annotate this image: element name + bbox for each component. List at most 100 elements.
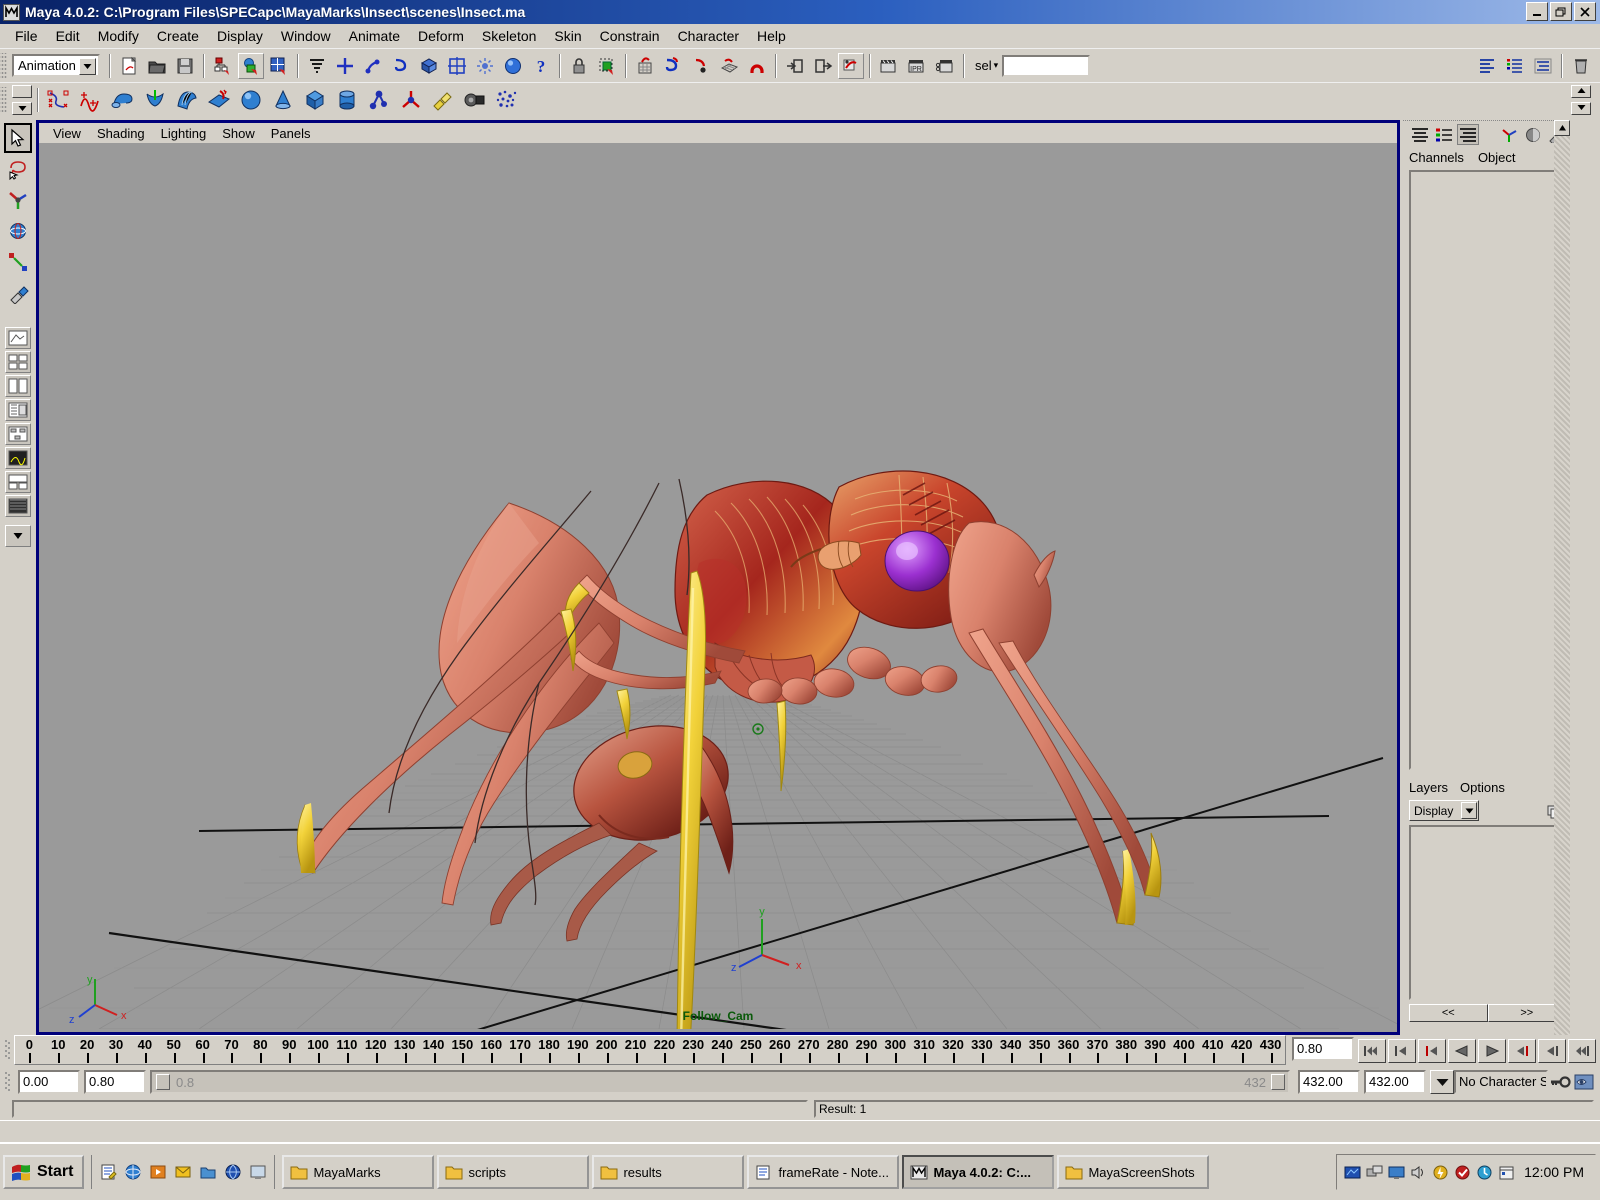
ipr-render-icon[interactable]: IPR: [904, 53, 930, 79]
poly-cylinder-icon[interactable]: [332, 86, 362, 114]
tab-object[interactable]: Object: [1478, 150, 1516, 165]
snap-to-point-icon[interactable]: [688, 53, 714, 79]
lasso-select-tool[interactable]: [4, 154, 32, 184]
toolbox-more-button[interactable]: [5, 525, 31, 547]
mail-icon[interactable]: [172, 1161, 194, 1183]
paint-weights-icon[interactable]: [428, 86, 458, 114]
planar-trim-icon[interactable]: [204, 86, 234, 114]
question-icon[interactable]: ?: [528, 53, 554, 79]
range-slider[interactable]: 0.8 432: [150, 1070, 1290, 1094]
step-back-frame-button[interactable]: [1418, 1039, 1446, 1063]
step-back-keyframe-button[interactable]: [1388, 1039, 1416, 1063]
playback-end-time-field[interactable]: 432.00: [1298, 1070, 1360, 1094]
viewport-menu-show[interactable]: Show: [214, 126, 263, 141]
explorer-icon[interactable]: [197, 1161, 219, 1183]
range-slider-grip[interactable]: [0, 1070, 14, 1094]
show-tool-settings-icon[interactable]: [1530, 53, 1556, 79]
go-to-start-button[interactable]: [1358, 1039, 1386, 1063]
select-by-hierarchy-icon[interactable]: [210, 53, 236, 79]
three-pane-layout[interactable]: [5, 471, 31, 493]
menu-file[interactable]: File: [6, 26, 47, 46]
snap-to-grid-icon[interactable]: [632, 53, 658, 79]
construction-history-icon[interactable]: [838, 53, 864, 79]
minimize-button[interactable]: [1526, 2, 1548, 21]
scale-tool[interactable]: [4, 247, 32, 277]
menu-skin[interactable]: Skin: [545, 26, 590, 46]
menuset-dropdown[interactable]: Animation: [12, 54, 100, 77]
particle-emitter-icon[interactable]: [492, 86, 522, 114]
persp-outliner-layout[interactable]: [5, 399, 31, 421]
volume-icon[interactable]: [1408, 1162, 1428, 1182]
move-icon[interactable]: [332, 53, 358, 79]
task-scripts[interactable]: scripts: [437, 1155, 589, 1189]
perspective-viewport[interactable]: y x z y x z Follow_Cam: [39, 143, 1397, 1029]
tab-channels[interactable]: Channels: [1409, 150, 1464, 165]
play-forwards-button[interactable]: [1478, 1039, 1506, 1063]
channel-box-scrollbar[interactable]: [1554, 120, 1570, 1035]
menu-skeleton[interactable]: Skeleton: [473, 26, 545, 46]
menu-character[interactable]: Character: [669, 26, 748, 46]
media-player-icon[interactable]: [147, 1161, 169, 1183]
chevron-down-icon[interactable]: [79, 58, 96, 75]
chevron-down-icon[interactable]: [1461, 802, 1477, 819]
poly-cube-icon[interactable]: [300, 86, 330, 114]
ik-handle-icon[interactable]: [396, 86, 426, 114]
close-button[interactable]: [1574, 2, 1596, 21]
rotate-tool[interactable]: [4, 216, 32, 246]
task-mayascreenshots[interactable]: MayaScreenShots: [1057, 1155, 1209, 1189]
viewport-menu-shading[interactable]: Shading: [89, 126, 153, 141]
task-mayamarks[interactable]: MayaMarks: [282, 1155, 434, 1189]
persp-graph-layout[interactable]: [5, 447, 31, 469]
step-forward-keyframe-button[interactable]: [1538, 1039, 1566, 1063]
menu-modify[interactable]: Modify: [89, 26, 148, 46]
menu-help[interactable]: Help: [748, 26, 795, 46]
layer-mode-dropdown[interactable]: Display: [1409, 800, 1479, 821]
lights-icon[interactable]: [472, 53, 498, 79]
loft-surface-icon[interactable]: [140, 86, 170, 114]
network-icon[interactable]: [222, 1161, 244, 1183]
input-connection-icon[interactable]: [782, 53, 808, 79]
scheduler-icon[interactable]: [1496, 1162, 1516, 1182]
network-icon[interactable]: [1364, 1162, 1384, 1182]
single-perspective-layout[interactable]: [5, 327, 31, 349]
select-hierarchy-mode-icon[interactable]: [304, 53, 330, 79]
nurbs-cone-icon[interactable]: [268, 86, 298, 114]
range-slider-left-handle[interactable]: [156, 1074, 170, 1090]
graph-editor-icon[interactable]: [76, 86, 106, 114]
last-tool-used[interactable]: [4, 278, 32, 308]
animation-end-time-field[interactable]: 432.00: [1364, 1070, 1426, 1094]
current-time-field[interactable]: 0.80: [1292, 1037, 1354, 1061]
snap-curve-icon[interactable]: [388, 53, 414, 79]
persp-render-layout[interactable]: [5, 495, 31, 517]
curve-editor-icon[interactable]: [44, 86, 74, 114]
menu-edit[interactable]: Edit: [47, 26, 89, 46]
start-button[interactable]: Start: [3, 1155, 84, 1189]
show-desktop-icon[interactable]: [247, 1161, 269, 1183]
shelf-scroll-down-button[interactable]: [1571, 102, 1591, 115]
cluster-deformer-icon[interactable]: [460, 86, 490, 114]
task-maya[interactable]: Maya 4.0.2: C:...: [902, 1155, 1054, 1189]
shelf-scroll-controls[interactable]: [1570, 85, 1592, 115]
open-scene-icon[interactable]: [144, 53, 170, 79]
render-globals-icon[interactable]: [932, 53, 958, 79]
layer-list[interactable]: [1409, 825, 1566, 1000]
time-slider-grip[interactable]: [0, 1035, 14, 1065]
updates-icon[interactable]: [1474, 1162, 1494, 1182]
internet-explorer-icon[interactable]: [122, 1161, 144, 1183]
snap-to-curve-icon[interactable]: [660, 53, 686, 79]
select-tool[interactable]: [4, 123, 32, 153]
revolve-surface-icon[interactable]: [108, 86, 138, 114]
selection-input[interactable]: [1002, 55, 1090, 77]
maximize-button[interactable]: [1550, 2, 1572, 21]
shelf-tab-button[interactable]: [12, 85, 32, 98]
range-slider-right-handle[interactable]: [1271, 1074, 1285, 1090]
shaded-display-icon[interactable]: [1522, 124, 1544, 145]
notepad-icon[interactable]: [97, 1161, 119, 1183]
graphics-icon[interactable]: [1342, 1162, 1362, 1182]
joint-tool-icon[interactable]: [364, 86, 394, 114]
lock-icon[interactable]: [566, 53, 592, 79]
select-by-object-icon[interactable]: [238, 53, 264, 79]
show-manip-icon[interactable]: [1498, 124, 1520, 145]
menu-display[interactable]: Display: [208, 26, 272, 46]
tab-layers[interactable]: Layers: [1409, 780, 1448, 795]
